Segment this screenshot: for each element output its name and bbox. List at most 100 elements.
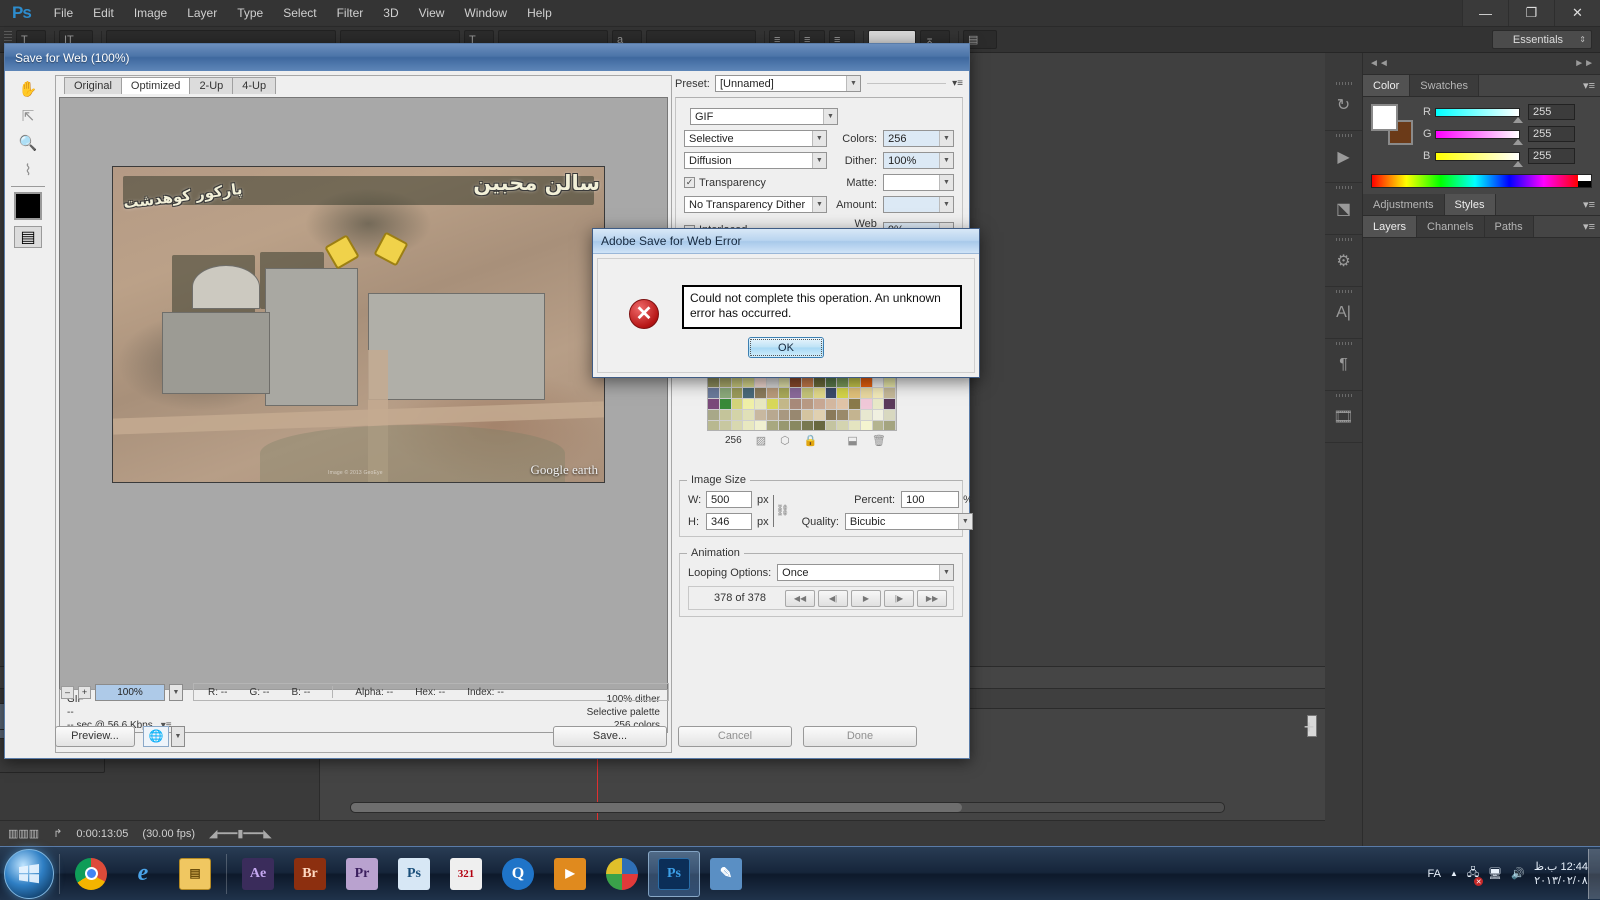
amount-select[interactable]: ▼	[883, 196, 954, 213]
color-table-swatch[interactable]	[708, 421, 720, 430]
slider-track-g[interactable]	[1435, 129, 1523, 145]
previous-frame-button[interactable]: ◀|	[818, 589, 848, 607]
color-table-swatch[interactable]	[813, 410, 826, 421]
color-table-swatch[interactable]	[884, 377, 896, 388]
transparency-checkbox[interactable]: ✓ Transparency	[684, 177, 826, 189]
color-table-swatch[interactable]	[766, 399, 779, 410]
menu-view[interactable]: View	[409, 2, 455, 24]
color-table-swatch[interactable]	[731, 388, 744, 399]
timeline-zoom-slider[interactable]: ◢━━━▮━━━◣	[209, 827, 272, 840]
color-table-swatch[interactable]	[708, 388, 720, 399]
menu-filter[interactable]: Filter	[327, 2, 374, 24]
color-table-swatch[interactable]	[860, 388, 873, 399]
color-table-swatch[interactable]	[719, 388, 732, 399]
last-frame-button[interactable]: ▶▶	[917, 589, 947, 607]
color-table-swatch[interactable]	[813, 399, 826, 410]
tab-original[interactable]: Original	[64, 77, 122, 94]
hand-tool-icon[interactable]: ✋	[11, 75, 45, 102]
dither-amount-select[interactable]: 100% ▼	[883, 152, 955, 169]
channel-value-r[interactable]: 255	[1528, 104, 1575, 120]
channel-value-g[interactable]: 255	[1528, 126, 1575, 142]
color-table-swatch[interactable]	[813, 388, 826, 399]
slider-track-r[interactable]	[1435, 107, 1523, 123]
eyedropper-color-swatch[interactable]	[14, 192, 42, 220]
slider-track-b[interactable]	[1435, 151, 1523, 167]
start-orb-icon[interactable]	[4, 848, 54, 899]
color-table-swatch[interactable]	[872, 410, 885, 421]
menu-type[interactable]: Type	[227, 2, 273, 24]
show-hidden-icons-icon[interactable]: ▲	[1450, 869, 1458, 878]
color-table-swatch[interactable]	[790, 377, 802, 388]
taskbar-item-quicktime[interactable]: Q	[492, 851, 544, 897]
color-table-swatch[interactable]	[790, 410, 802, 421]
color-table-swatch[interactable]	[708, 399, 720, 410]
color-table-swatch[interactable]	[743, 377, 755, 388]
transparency-dither-select[interactable]: No Transparency Dither ▼	[684, 196, 827, 213]
color-table-swatch[interactable]	[825, 399, 838, 410]
color-table-swatch[interactable]	[884, 399, 896, 410]
paragraph-panel-icon[interactable]: ¶	[1325, 339, 1362, 391]
taskbar-item-media-clapper[interactable]: 321	[440, 851, 492, 897]
color-table-swatch[interactable]	[860, 399, 873, 410]
color-table-swatch[interactable]	[860, 377, 873, 388]
color-table-swatch[interactable]	[802, 388, 814, 399]
color-table-swatch[interactable]	[766, 410, 779, 421]
color-table-swatch[interactable]	[872, 399, 885, 410]
color-table-swatch[interactable]	[884, 421, 896, 430]
color-table-swatch[interactable]	[743, 410, 755, 421]
character-panel-icon[interactable]: A|	[1325, 287, 1362, 339]
layers-panel-body[interactable]	[1363, 238, 1600, 846]
timeline-mode-icon[interactable]: ▥▥▥	[8, 827, 39, 840]
taskbar-item-bridge[interactable]: Br	[284, 851, 336, 897]
timeline-panel-icon[interactable]: 🎞	[1325, 391, 1362, 443]
color-table-swatch[interactable]	[825, 410, 838, 421]
color-table-swatch[interactable]	[778, 421, 791, 430]
color-table-swatch[interactable]	[778, 388, 791, 399]
color-table-swatch[interactable]	[837, 377, 849, 388]
preset-select[interactable]: [Unnamed] ▼	[715, 75, 861, 92]
color-table-swatch[interactable]	[766, 388, 779, 399]
workspace-select[interactable]: Essentials ⇕	[1492, 30, 1592, 49]
layers-panel-menu-icon[interactable]: ▾≡	[1583, 220, 1595, 233]
color-table-swatch[interactable]	[849, 410, 861, 421]
chain-link-icon[interactable]: ⛓	[776, 504, 790, 517]
display-icon[interactable]: 🖥	[1488, 867, 1502, 880]
delete-icon[interactable]: 🗑	[872, 434, 886, 447]
properties-panel-icon[interactable]: ⚙	[1325, 235, 1362, 287]
matte-select[interactable]: ▼	[882, 174, 954, 191]
foreground-color-swatch[interactable]	[1371, 104, 1398, 131]
toggle-slices-visibility-icon[interactable]: ▤	[14, 226, 42, 248]
taskbar-item-chrome[interactable]	[65, 851, 117, 897]
menu-3d[interactable]: 3D	[373, 2, 408, 24]
history-panel-icon[interactable]: ↻	[1325, 79, 1362, 131]
zoom-level-dropdown-icon[interactable]: ▼	[169, 683, 183, 701]
ok-button[interactable]: OK	[748, 337, 824, 358]
color-table-swatch[interactable]	[849, 399, 861, 410]
menu-help[interactable]: Help	[517, 2, 562, 24]
file-format-select[interactable]: GIF ▼	[690, 108, 838, 125]
color-table-swatch[interactable]	[790, 388, 802, 399]
color-table-swatch[interactable]	[860, 410, 873, 421]
color-table-swatch[interactable]	[825, 421, 838, 430]
color-table-swatch[interactable]	[708, 410, 720, 421]
colors-select[interactable]: 256 ▼	[883, 130, 955, 147]
eyedropper-tool-icon[interactable]: ⌇	[11, 156, 45, 183]
percent-input[interactable]: 100	[901, 491, 960, 508]
color-table-swatch[interactable]	[743, 388, 755, 399]
color-table-swatch[interactable]	[849, 421, 861, 430]
tab-4up[interactable]: 4-Up	[232, 77, 277, 94]
menu-layer[interactable]: Layer	[177, 2, 227, 24]
play-button[interactable]: ▶	[851, 589, 881, 607]
zoom-tool-icon[interactable]: 🔍	[11, 129, 45, 156]
color-table-swatch[interactable]	[755, 399, 767, 410]
color-table-swatch[interactable]	[719, 410, 732, 421]
color-table-swatch[interactable]	[872, 388, 885, 399]
next-frame-button[interactable]: |▶	[884, 589, 914, 607]
tab-layers[interactable]: Layers	[1363, 216, 1418, 237]
color-table-swatch[interactable]	[813, 377, 826, 388]
collapse-right-icon[interactable]: ►►	[1574, 58, 1594, 69]
color-table-swatch[interactable]	[813, 421, 826, 430]
color-panel-menu-icon[interactable]: ▾≡	[1583, 79, 1595, 92]
slice-select-tool-icon[interactable]: ⇱	[11, 102, 45, 129]
zoom-in-button[interactable]: +	[78, 685, 91, 699]
